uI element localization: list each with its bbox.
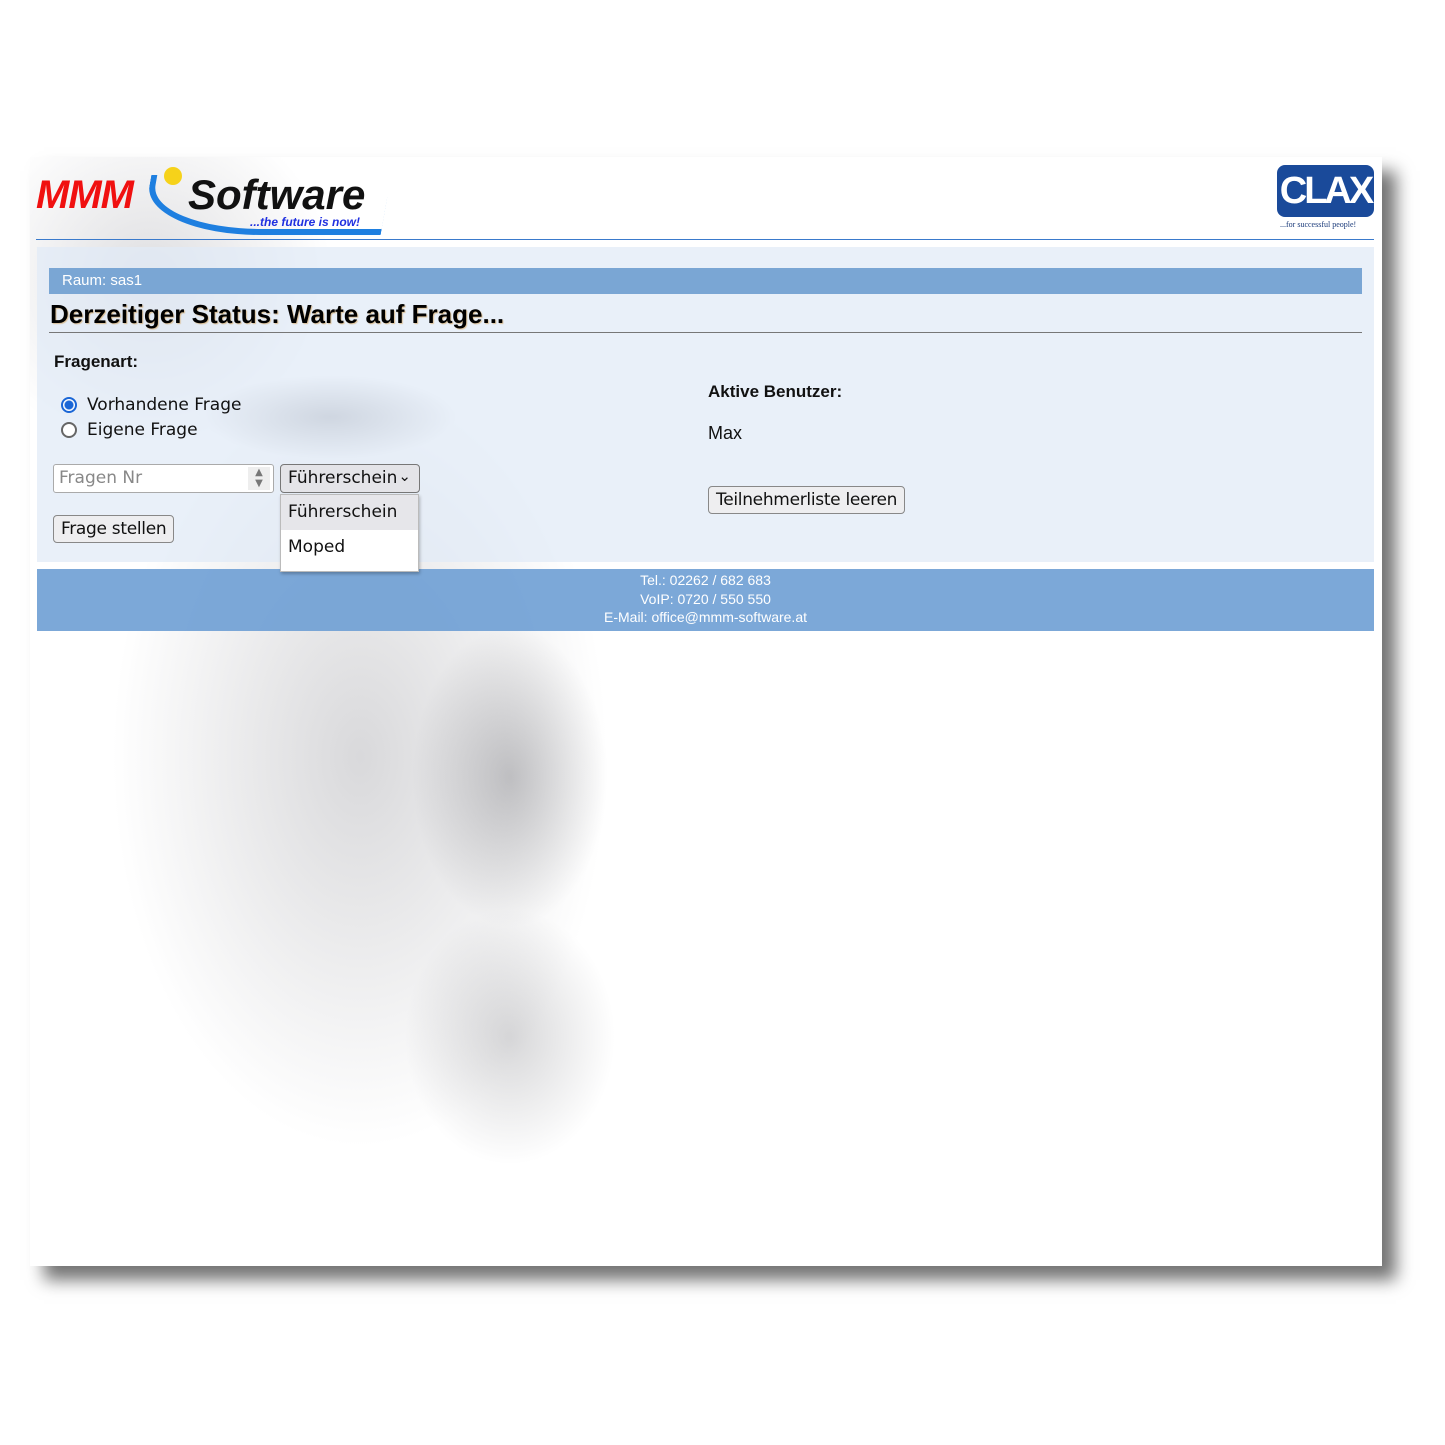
radio-existing-question[interactable]: Vorhandene Frage xyxy=(61,395,241,415)
footer-voip: VoIP: 0720 / 550 550 xyxy=(640,590,771,607)
question-number-input[interactable]: Fragen Nr ▲ ▼ xyxy=(53,464,274,493)
option-fuehrerschein[interactable]: Führerschein xyxy=(281,495,418,530)
ask-question-button[interactable]: Frage stellen xyxy=(53,515,175,543)
question-type-heading: Fragenart: xyxy=(54,352,139,371)
radio-own-question[interactable]: Eigene Frage xyxy=(61,420,198,440)
clax-logo: CLAX xyxy=(1277,165,1374,217)
clax-tagline: ...for successful people! xyxy=(1280,220,1357,229)
chevron-down-icon: ⌄ xyxy=(398,467,411,485)
option-moped[interactable]: Moped xyxy=(281,530,418,565)
radio-unchecked-icon[interactable] xyxy=(61,422,77,438)
divider xyxy=(36,239,1374,240)
category-select[interactable]: Führerschein ⌄ xyxy=(280,464,420,493)
divider xyxy=(49,332,1362,333)
footer: Tel.: 02262 / 682 683 VoIP: 0720 / 550 5… xyxy=(37,569,1374,631)
clear-participants-button[interactable]: Teilnehmerliste leeren xyxy=(708,486,906,514)
header: MMM Software ...the future is now! CLAX … xyxy=(30,157,1382,241)
radio-checked-icon[interactable] xyxy=(61,397,77,413)
room-bar: Raum: sas1 xyxy=(49,268,1362,294)
spinner-icon[interactable]: ▲ ▼ xyxy=(248,467,270,490)
footer-tel: Tel.: 02262 / 682 683 xyxy=(640,572,771,588)
page: MMM Software ...the future is now! CLAX … xyxy=(30,157,1382,1266)
footer-email[interactable]: E-Mail: office@mmm-software.at xyxy=(37,608,1374,627)
user-item: Max xyxy=(708,423,743,443)
main-panel: Raum: sas1 Derzeitiger Status: Warte auf… xyxy=(37,247,1374,572)
mmm-software-logo: MMM Software ...the future is now! xyxy=(36,165,392,235)
status-title: Derzeitiger Status: Warte auf Frage... xyxy=(50,299,505,329)
active-users-heading: Aktive Benutzer: xyxy=(708,382,843,401)
category-dropdown: Führerschein Moped xyxy=(280,494,419,572)
